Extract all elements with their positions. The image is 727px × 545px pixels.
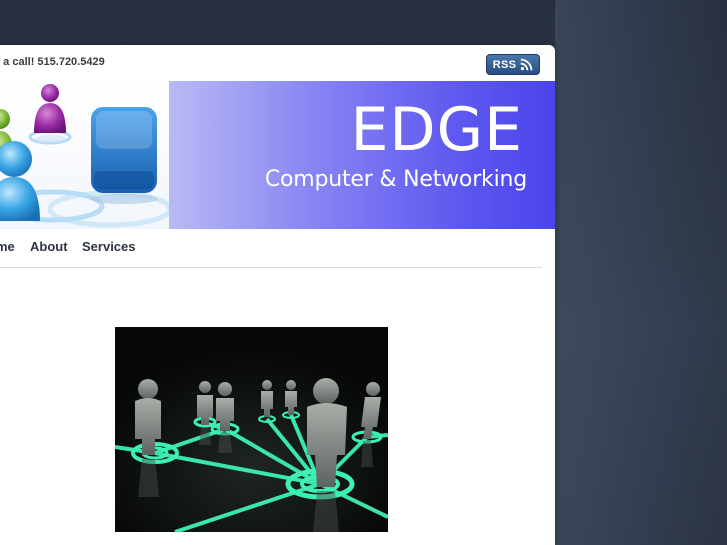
rss-button-label: RSS: [492, 58, 517, 71]
site-subtitle: Computer & Networking: [264, 167, 527, 192]
network-people-photo-art: [115, 327, 388, 532]
rss-button[interactable]: RSS: [486, 54, 540, 75]
nav-item-services[interactable]: Services: [82, 239, 136, 254]
nav-item-about[interactable]: About: [30, 239, 68, 254]
network-people-illustration-art: [0, 84, 169, 228]
network-people-illustration: [0, 81, 169, 229]
site-title: EDGE: [350, 95, 523, 165]
top-bar: s a call! 515.720.5429 RSS: [0, 45, 555, 81]
site-banner: EDGE Computer & Networking: [169, 81, 555, 229]
main-nav: me About Services: [0, 229, 542, 268]
page-card: s a call! 515.720.5429 RSS EDGE Computer…: [0, 45, 555, 545]
rss-feed-icon: [520, 58, 533, 71]
site-header: EDGE Computer & Networking: [0, 81, 555, 229]
call-us-text: s a call! 515.720.5429: [0, 56, 105, 68]
nav-item-home[interactable]: me: [0, 239, 15, 254]
network-people-photo: [115, 327, 388, 532]
